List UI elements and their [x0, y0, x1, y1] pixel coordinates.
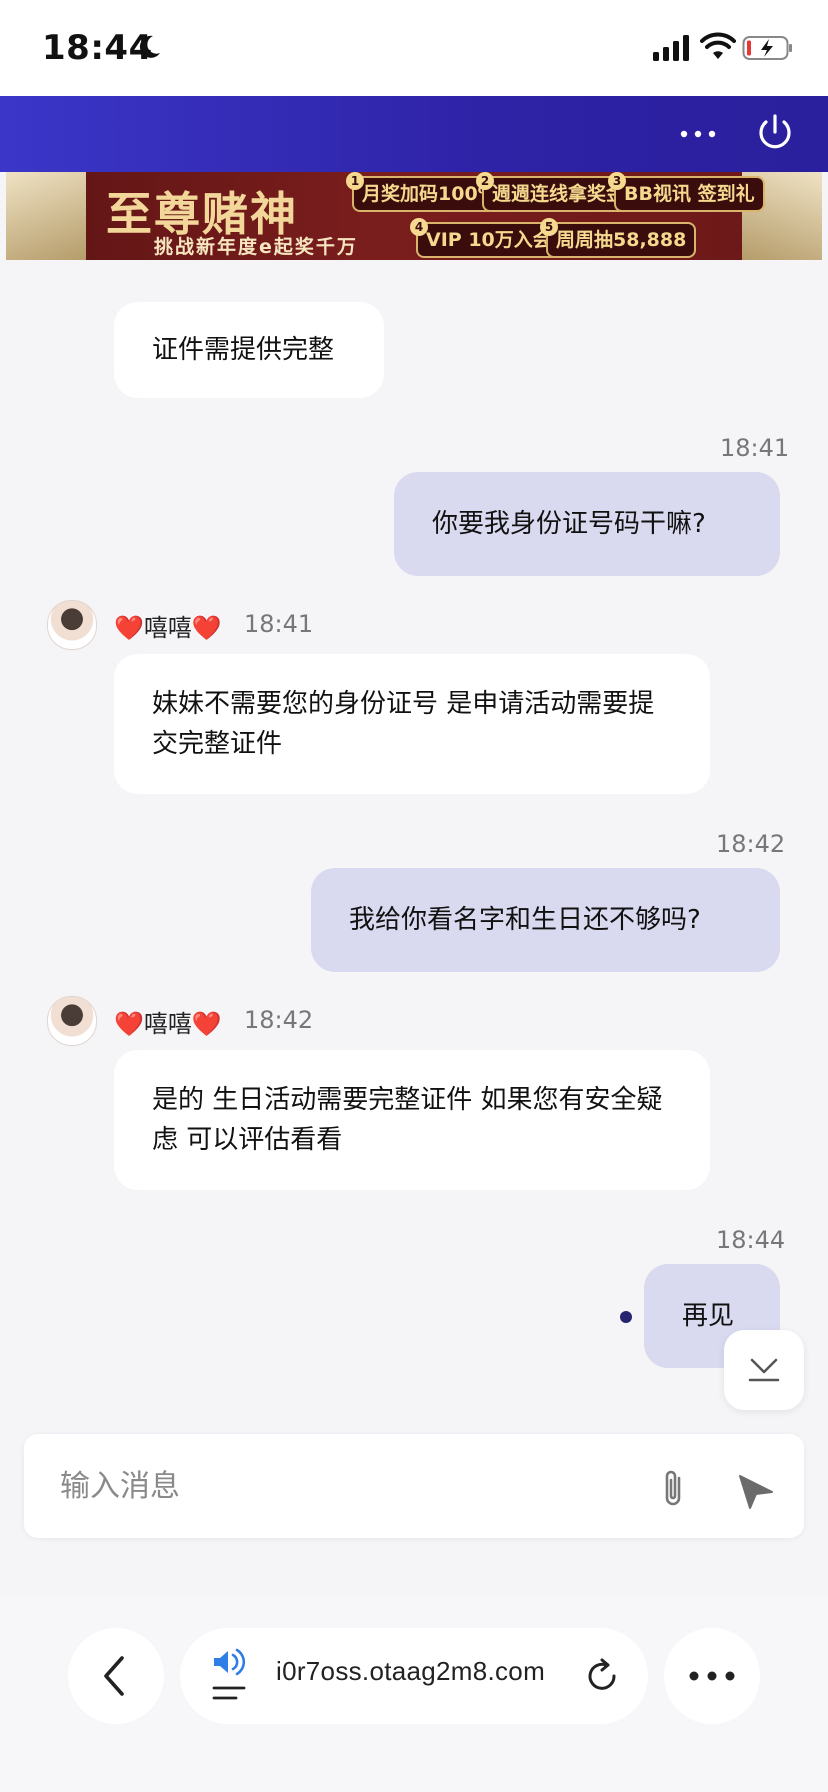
browser-more-button[interactable]: [664, 1628, 760, 1724]
message-time: 18:44: [716, 1226, 786, 1254]
message-bubble-outgoing[interactable]: 我给你看名字和生日还不够吗?: [311, 868, 780, 972]
battery-icon: [742, 36, 792, 60]
banner-promo-num: 3: [608, 172, 626, 190]
message-bubble-incoming[interactable]: 妹妹不需要您的身份证号 是申请活动需要提交完整证件: [114, 654, 710, 794]
banner-promo: BB视讯 签到礼: [614, 176, 765, 212]
scroll-down-icon: [748, 1358, 780, 1382]
banner-promo: 周周抽58,888: [546, 222, 697, 258]
message-bubble-incoming[interactable]: 证件需提供完整: [114, 302, 384, 398]
message-time: 18:42: [716, 830, 786, 858]
more-dots-icon: [689, 1671, 735, 1681]
banner-promo-num: 1: [346, 172, 364, 190]
power-icon[interactable]: [752, 110, 798, 156]
send-icon[interactable]: [736, 1470, 776, 1510]
wifi-icon: [700, 32, 736, 59]
status-bar: 18:44: [0, 0, 828, 96]
banner-promo-num: 5: [540, 218, 558, 236]
back-button[interactable]: [68, 1628, 164, 1724]
message-time: 18:41: [244, 610, 314, 638]
attach-icon[interactable]: [656, 1466, 690, 1510]
message-bubble-outgoing[interactable]: 你要我身份证号码干嘛?: [394, 472, 780, 576]
message-time: 18:42: [244, 1006, 314, 1034]
url-text[interactable]: i0r7oss.otaag2m8.com: [276, 1656, 545, 1687]
promo-banner[interactable]: 至尊赌神 挑战新年度e起奖千万 月奖加码100% 1 週週连线拿奖金 2 BB视…: [6, 172, 822, 260]
moon-icon: [139, 35, 160, 58]
signal-icon: [653, 35, 689, 61]
banner-promo-num: 4: [410, 218, 428, 236]
avatar[interactable]: [47, 996, 97, 1046]
banner-subtitle: 挑战新年度e起奖千万: [154, 236, 358, 258]
sender-name: ❤️嘻嘻❤️: [114, 1010, 222, 1038]
message-bubble-incoming[interactable]: 是的 生日活动需要完整证件 如果您有安全疑虑 可以评估看看: [114, 1050, 710, 1190]
message-input[interactable]: [58, 1464, 622, 1510]
message-time: 18:41: [720, 434, 790, 462]
sender-name: ❤️嘻嘻❤️: [114, 614, 222, 642]
card-art-left: [6, 172, 86, 260]
reload-icon[interactable]: [584, 1658, 620, 1694]
banner-promo-num: 2: [476, 172, 494, 190]
scroll-to-bottom-button[interactable]: [724, 1330, 804, 1410]
unread-dot: [620, 1311, 632, 1323]
more-icon[interactable]: [676, 114, 720, 154]
avatar[interactable]: [47, 600, 97, 650]
back-icon: [104, 1656, 124, 1696]
speaker-icon: [212, 1648, 246, 1700]
